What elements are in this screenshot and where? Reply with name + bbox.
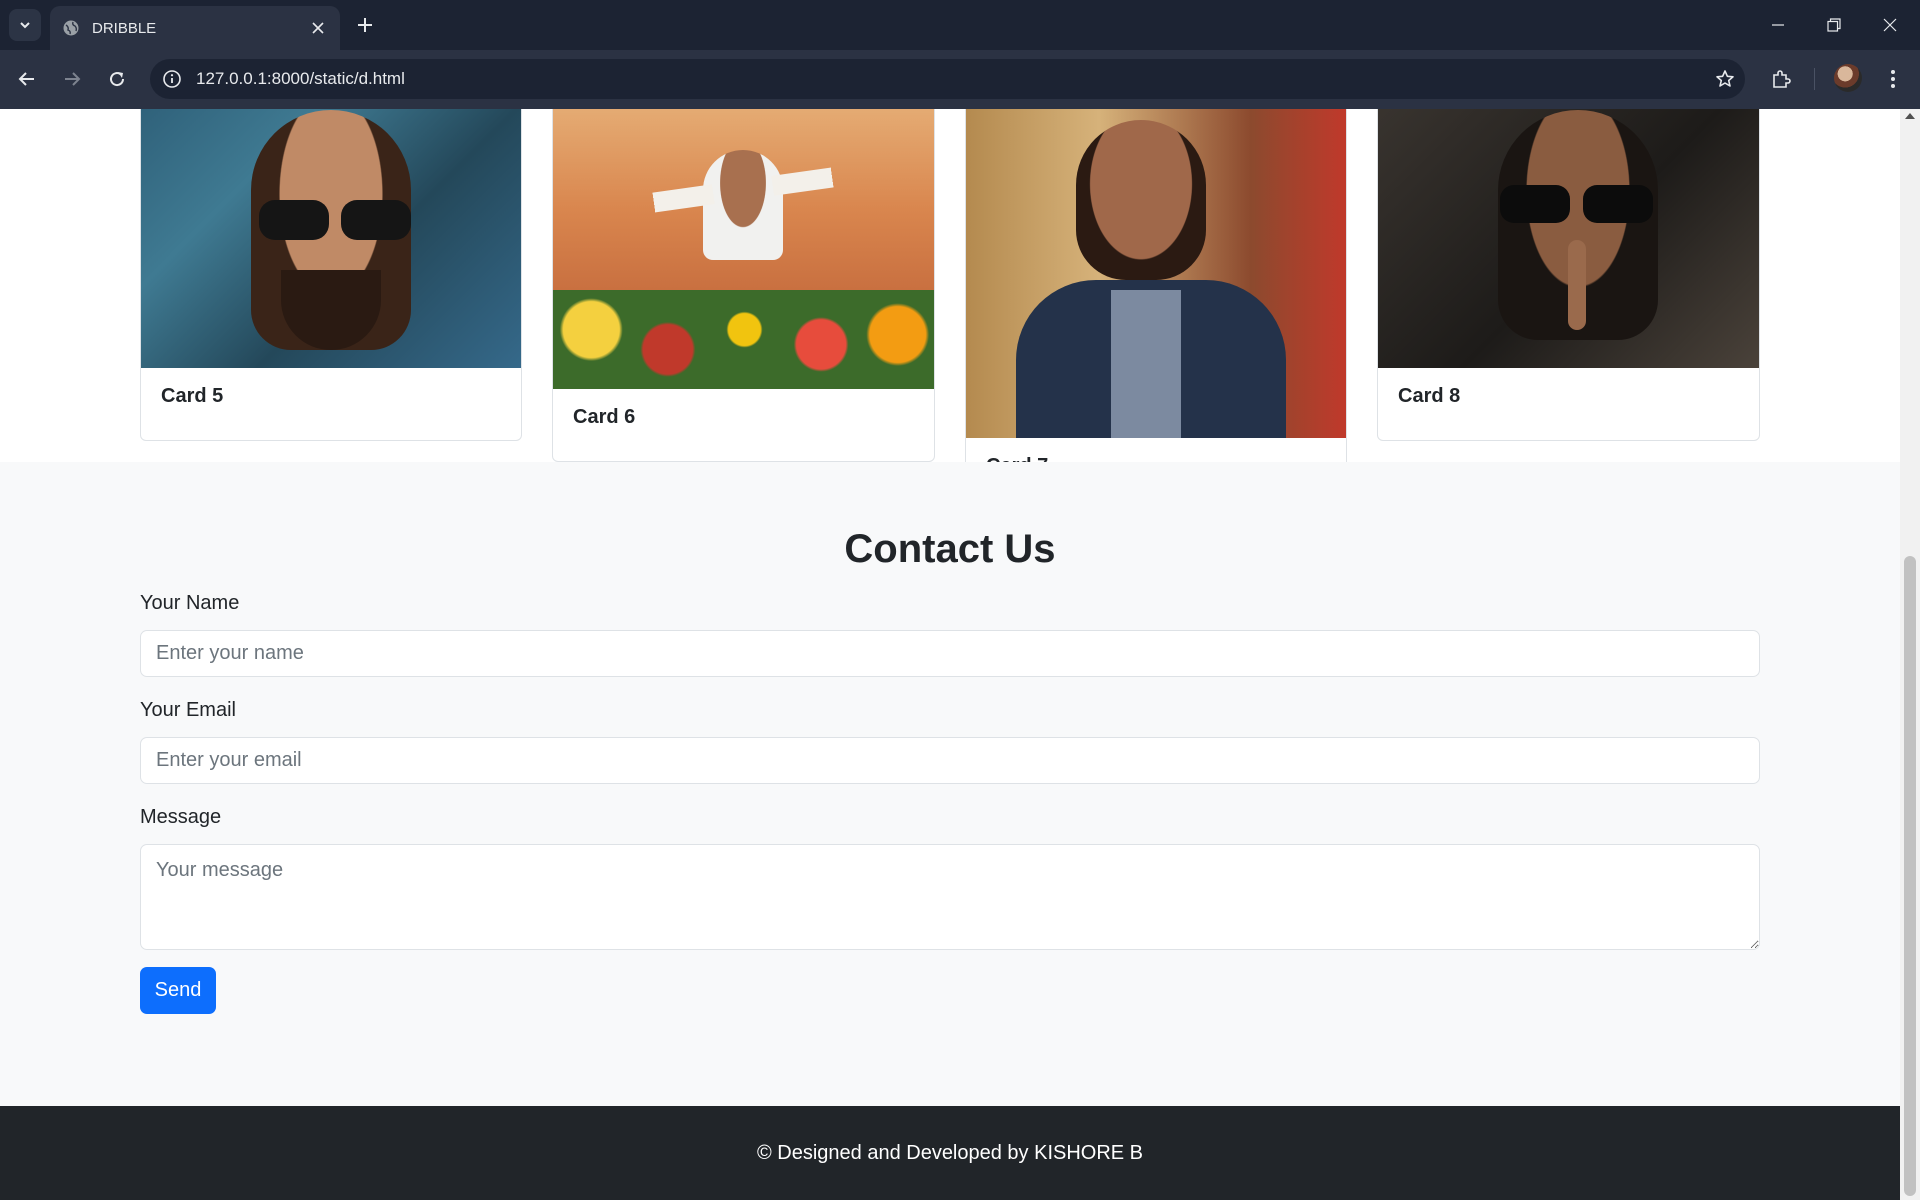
tab-title: DRIBBLE <box>92 19 157 37</box>
plus-icon[interactable] <box>352 12 378 38</box>
contact-heading: Contact Us <box>844 527 1056 571</box>
chevron-down-icon[interactable] <box>9 9 41 41</box>
scrollbar[interactable] <box>1900 109 1920 1200</box>
footer-text: © Designed and Developed by KISHORE B <box>756 1141 1144 1164</box>
card-title: Card 6 <box>573 406 636 428</box>
contact-section: Contact Us Your Name Your Email Message … <box>0 462 1900 1106</box>
card[interactable]: Card 5 <box>140 109 522 441</box>
name-label: Your Name <box>140 592 240 614</box>
scroll-up-icon[interactable] <box>1905 113 1915 119</box>
window-close-icon[interactable] <box>1862 0 1918 50</box>
kebab-icon[interactable] <box>1876 62 1910 96</box>
page-viewport: Card 5 Card 6 Card 7 <box>0 109 1900 1200</box>
browser-tab[interactable]: DRIBBLE <box>50 6 340 50</box>
minimize-icon[interactable] <box>1750 0 1806 50</box>
footer: © Designed and Developed by KISHORE B <box>0 1106 1900 1200</box>
card-grid: Card 5 Card 6 Card 7 <box>0 109 1900 511</box>
close-icon[interactable] <box>308 18 328 38</box>
message-field[interactable] <box>140 844 1760 950</box>
card-image <box>141 109 521 368</box>
address-bar[interactable]: 127.0.0.1:8000/static/d.html <box>150 59 1745 99</box>
card-image <box>1378 109 1759 368</box>
arrow-left-icon[interactable] <box>10 62 44 96</box>
email-field[interactable] <box>140 737 1760 784</box>
email-label: Your Email <box>140 699 236 721</box>
globe-icon <box>63 20 79 36</box>
send-button[interactable]: Send <box>140 967 216 1014</box>
card[interactable]: Card 6 <box>552 109 935 462</box>
card-title: Card 5 <box>161 385 224 407</box>
card[interactable]: Card 8 <box>1377 109 1760 441</box>
restore-icon[interactable] <box>1806 0 1862 50</box>
card-image <box>553 109 934 389</box>
card-image <box>966 109 1346 438</box>
arrow-right-icon[interactable] <box>55 62 89 96</box>
avatar[interactable] <box>1834 64 1862 92</box>
reload-icon[interactable] <box>100 62 134 96</box>
toolbar-divider <box>1814 68 1815 90</box>
scroll-thumb[interactable] <box>1904 556 1916 1196</box>
puzzle-icon[interactable] <box>1764 62 1798 96</box>
card[interactable]: Card 7 <box>965 109 1347 511</box>
card-title: Card 8 <box>1398 385 1461 407</box>
info-icon[interactable] <box>162 69 182 89</box>
browser-tab-bar: DRIBBLE <box>0 0 1920 50</box>
message-label: Message <box>140 806 222 828</box>
star-icon[interactable] <box>1705 59 1745 99</box>
name-field[interactable] <box>140 630 1760 677</box>
url-text[interactable]: 127.0.0.1:8000/static/d.html <box>196 69 1705 89</box>
